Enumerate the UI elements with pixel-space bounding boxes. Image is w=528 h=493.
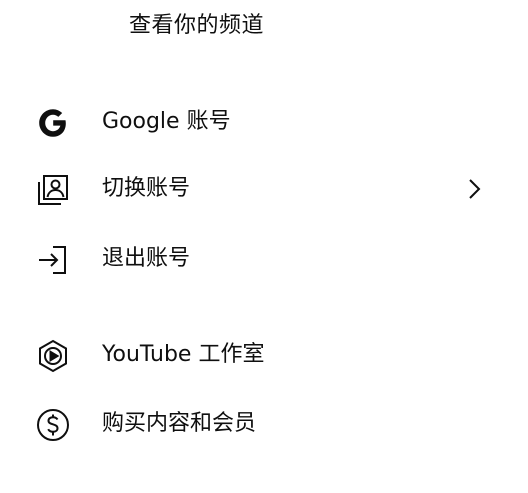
menu-item-label: 切换账号 — [102, 176, 191, 201]
menu-item-label: 退出账号 — [102, 246, 191, 271]
switch-account-icon — [35, 172, 71, 208]
youtube-studio-icon — [35, 338, 71, 374]
chevron-right-icon — [462, 176, 488, 202]
menu-item-purchases-memberships[interactable]: 购买内容和会员 — [0, 397, 528, 451]
menu-item-sign-out[interactable]: 退出账号 — [0, 232, 528, 286]
account-menu: 查看你的频道 Google 账号 切换账号 退出账号 YouTube 工作室 购… — [0, 0, 528, 493]
menu-item-label: Google 账号 — [102, 109, 231, 134]
dollar-circle-icon — [35, 407, 71, 443]
view-your-channel-link[interactable]: 查看你的频道 — [129, 8, 264, 44]
menu-item-google-account[interactable]: Google 账号 — [0, 95, 528, 149]
google-g-icon — [35, 105, 71, 141]
menu-item-youtube-studio[interactable]: YouTube 工作室 — [0, 328, 528, 382]
menu-item-label: 购买内容和会员 — [102, 411, 257, 436]
menu-item-switch-account[interactable]: 切换账号 — [0, 162, 528, 216]
menu-item-label: YouTube 工作室 — [102, 342, 265, 367]
sign-out-icon — [35, 242, 71, 278]
